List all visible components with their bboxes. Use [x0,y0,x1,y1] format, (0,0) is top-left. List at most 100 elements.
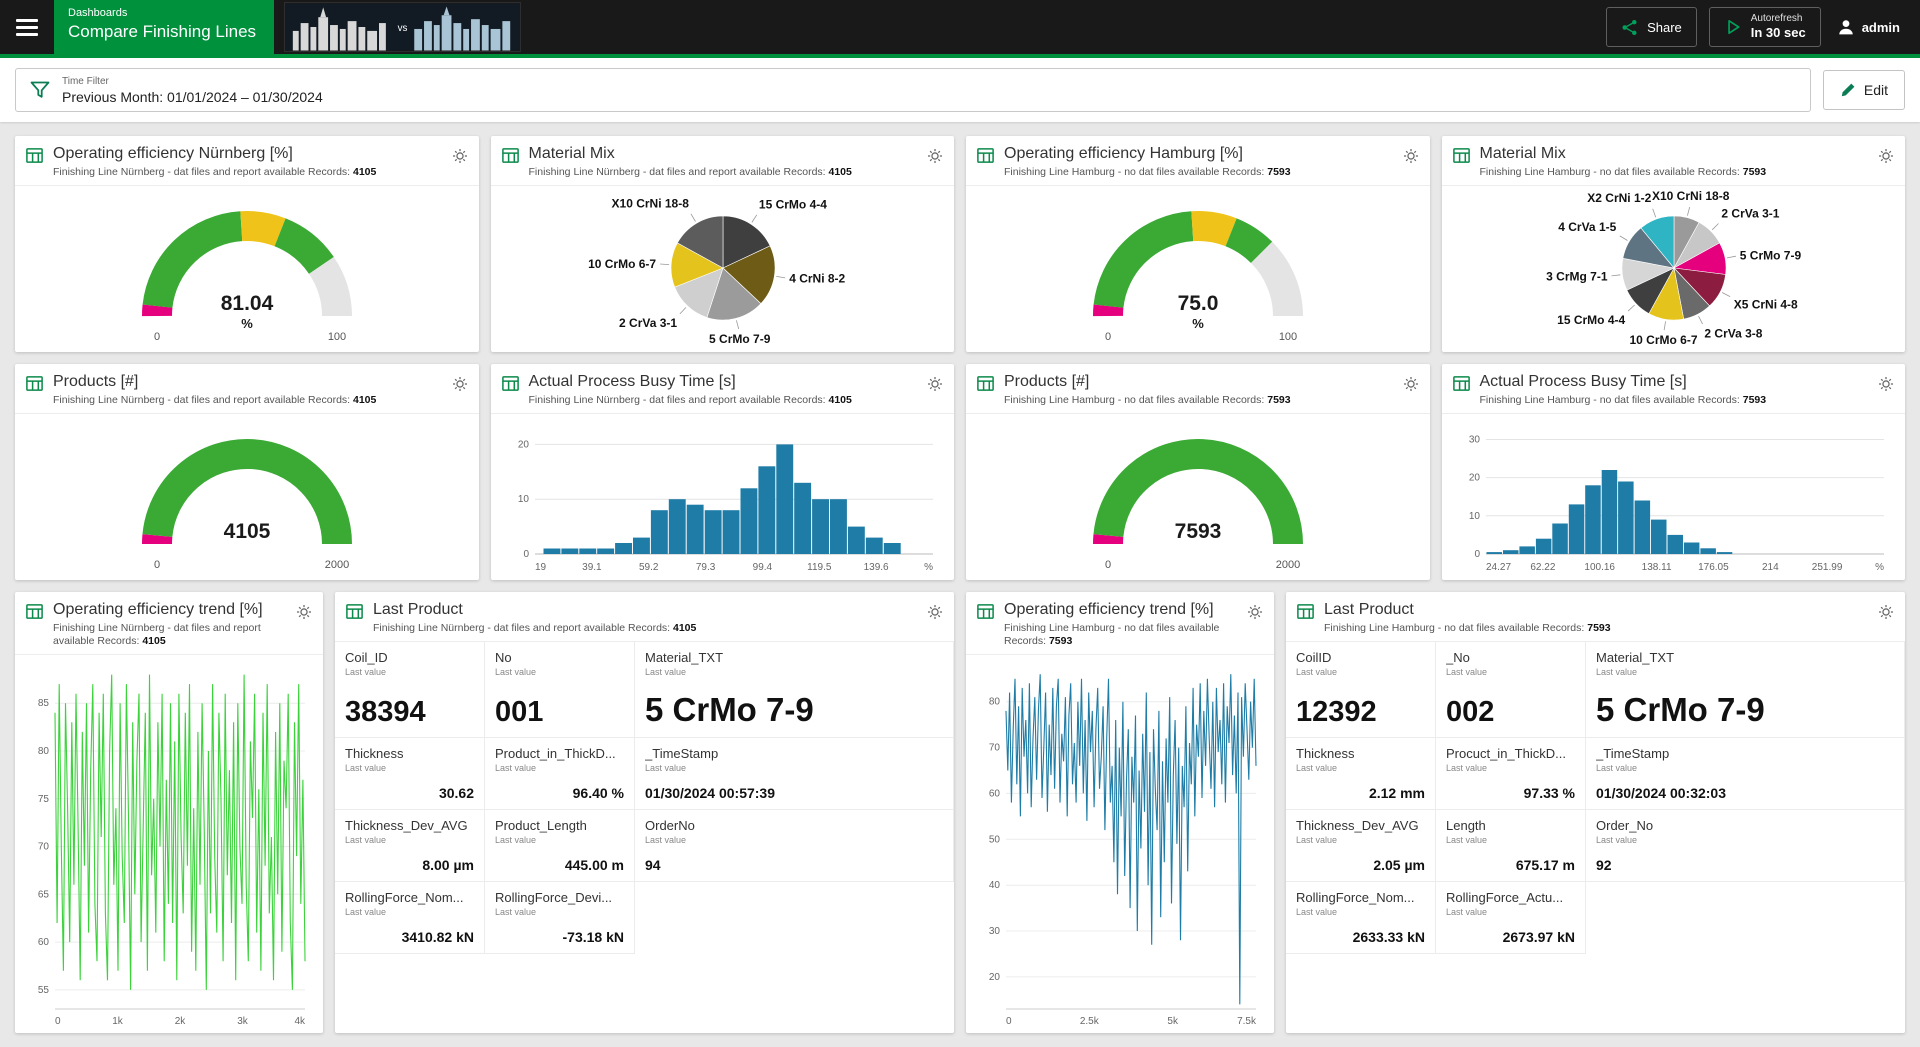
gear-icon[interactable] [451,147,469,165]
table-icon [1452,146,1471,165]
card-busy-time-hamburg: Actual Process Busy Time [s] Finishing L… [1442,364,1906,580]
stat-sublabel: Last value [1446,667,1575,677]
svg-text:4 CrNi 8-2: 4 CrNi 8-2 [789,272,845,286]
gear-icon[interactable] [1402,147,1420,165]
card-material-mix-hamburg: Material Mix Finishing Line Hamburg - no… [1442,136,1906,352]
svg-text:62.22: 62.22 [1530,562,1555,573]
stat-label: Product_in_ThickD... [495,746,624,761]
svg-text:5 CrMo 7-9: 5 CrMo 7-9 [709,332,771,346]
card-title: Material Mix [529,145,918,163]
svg-text:55: 55 [38,985,50,996]
stat-value: 675.17 m [1446,857,1575,873]
gear-icon[interactable] [1877,147,1895,165]
card-operating-efficiency-nuernberg: Operating efficiency Nürnberg [%] Finish… [15,136,479,352]
svg-text:2 CrVa 3-8: 2 CrVa 3-8 [1704,327,1762,341]
stat-label: Length [1446,818,1575,833]
efficiency-trend-line: 2030405060708002.5k5k7.5k [974,657,1266,1029]
gear-icon[interactable] [295,603,313,621]
time-filter-value: Previous Month: 01/01/2024 – 01/30/2024 [62,89,323,105]
card-subtitle: Finishing Line Hamburg - no dat files av… [1004,166,1393,179]
autorefresh-countdown: In 30 sec [1751,25,1806,41]
page-title: Compare Finishing Lines [68,22,256,42]
card-title: Operating efficiency trend [%] [53,601,286,619]
stat-tile: ThicknessLast value2.12 mm [1286,738,1436,810]
stat-label: Thickness [1296,746,1425,761]
svg-text:4105: 4105 [224,520,271,543]
stat-tile: _TimeStampLast value01/30/2024 00:32:03 [1586,738,1905,810]
dashboard-row-2: Products [#] Finishing Line Nürnberg - d… [15,364,1905,580]
stat-label: Thickness [345,746,474,761]
time-filter[interactable]: Time Filter Previous Month: 01/01/2024 –… [15,68,1811,112]
gear-icon[interactable] [1877,375,1895,393]
stat-sublabel: Last value [1596,835,1894,845]
svg-text:75.0: 75.0 [1178,292,1219,315]
stat-sublabel: Last value [1446,907,1575,917]
stat-label: RollingForce_Actu... [1446,890,1575,905]
stat-value: 01/30/2024 00:32:03 [1596,785,1894,801]
cities-banner-graphic: vs [285,3,520,51]
gear-icon[interactable] [451,375,469,393]
svg-text:10: 10 [1468,511,1480,522]
stat-value: 002 [1446,696,1575,729]
stat-value: 001 [495,696,624,729]
last-product-grid: CoilIDLast value12392_NoLast value002Mat… [1286,642,1905,954]
edit-button[interactable]: Edit [1823,70,1905,110]
card-title: Operating efficiency Nürnberg [%] [53,145,442,163]
svg-text:10: 10 [517,494,529,505]
stat-sublabel: Last value [1446,835,1575,845]
svg-text:24.27: 24.27 [1486,562,1511,573]
stat-label: RollingForce_Nom... [1296,890,1425,905]
stat-value: 12392 [1296,696,1425,729]
svg-text:3 CrMg 7-1: 3 CrMg 7-1 [1546,270,1608,284]
svg-text:100.16: 100.16 [1584,562,1615,573]
user-menu[interactable]: admin [1833,18,1904,36]
svg-text:7593: 7593 [1175,520,1222,543]
stat-label: _TimeStamp [645,746,943,761]
stat-sublabel: Last value [1296,907,1425,917]
gear-icon[interactable] [926,375,944,393]
svg-text:19: 19 [535,562,547,573]
svg-text:X5 CrNi 4-8: X5 CrNi 4-8 [1733,298,1797,312]
card-title: Actual Process Busy Time [s] [529,373,918,391]
stat-label: Procuct_in_ThickD... [1446,746,1575,761]
menu-button[interactable] [0,0,54,54]
breadcrumb[interactable]: Dashboards [68,7,256,19]
stat-sublabel: Last value [1296,835,1425,845]
gear-icon[interactable] [1246,603,1264,621]
svg-text:10 CrMo 6-7: 10 CrMo 6-7 [588,257,656,271]
gear-icon[interactable] [1402,375,1420,393]
table-icon [1296,602,1315,621]
gear-icon[interactable] [926,603,944,621]
svg-text:2.5k: 2.5k [1080,1016,1100,1027]
table-icon [345,602,364,621]
stat-label: Material_TXT [1596,650,1894,665]
stat-value: 97.33 % [1446,785,1575,801]
svg-text:0: 0 [1105,559,1111,571]
share-icon [1621,19,1638,36]
app-header: Dashboards Compare Finishing Lines v [0,0,1920,54]
svg-text:0: 0 [154,331,160,343]
card-material-mix-nuernberg: Material Mix Finishing Line Nürnberg - d… [491,136,955,352]
card-title: Material Mix [1480,145,1869,163]
svg-text:2k: 2k [175,1016,187,1027]
table-icon [1452,374,1471,393]
card-subtitle: Finishing Line Nürnberg - dat files and … [373,622,917,635]
stat-value: 92 [1596,857,1894,873]
share-button[interactable]: Share [1606,7,1697,47]
products-gauge: 410502000 [23,416,471,576]
stat-value: 01/30/2024 00:57:39 [645,785,943,801]
svg-text:119.5: 119.5 [807,562,832,573]
stat-sublabel: Last value [345,835,474,845]
last-product-grid: Coil_IDLast value38394NoLast value001Mat… [335,642,954,954]
gear-icon[interactable] [1877,603,1895,621]
svg-text:20: 20 [517,440,529,451]
svg-text:30: 30 [989,926,1001,937]
stat-tile: RollingForce_Actu...Last value2673.97 kN [1436,882,1586,954]
svg-text:138.11: 138.11 [1641,562,1671,573]
cities-banner: vs [284,2,521,52]
stat-sublabel: Last value [495,667,624,677]
gear-icon[interactable] [926,147,944,165]
autorefresh-label: Autorefresh [1751,13,1806,25]
autorefresh-button[interactable]: Autorefresh In 30 sec [1709,7,1821,47]
svg-text:81.04: 81.04 [221,292,274,315]
